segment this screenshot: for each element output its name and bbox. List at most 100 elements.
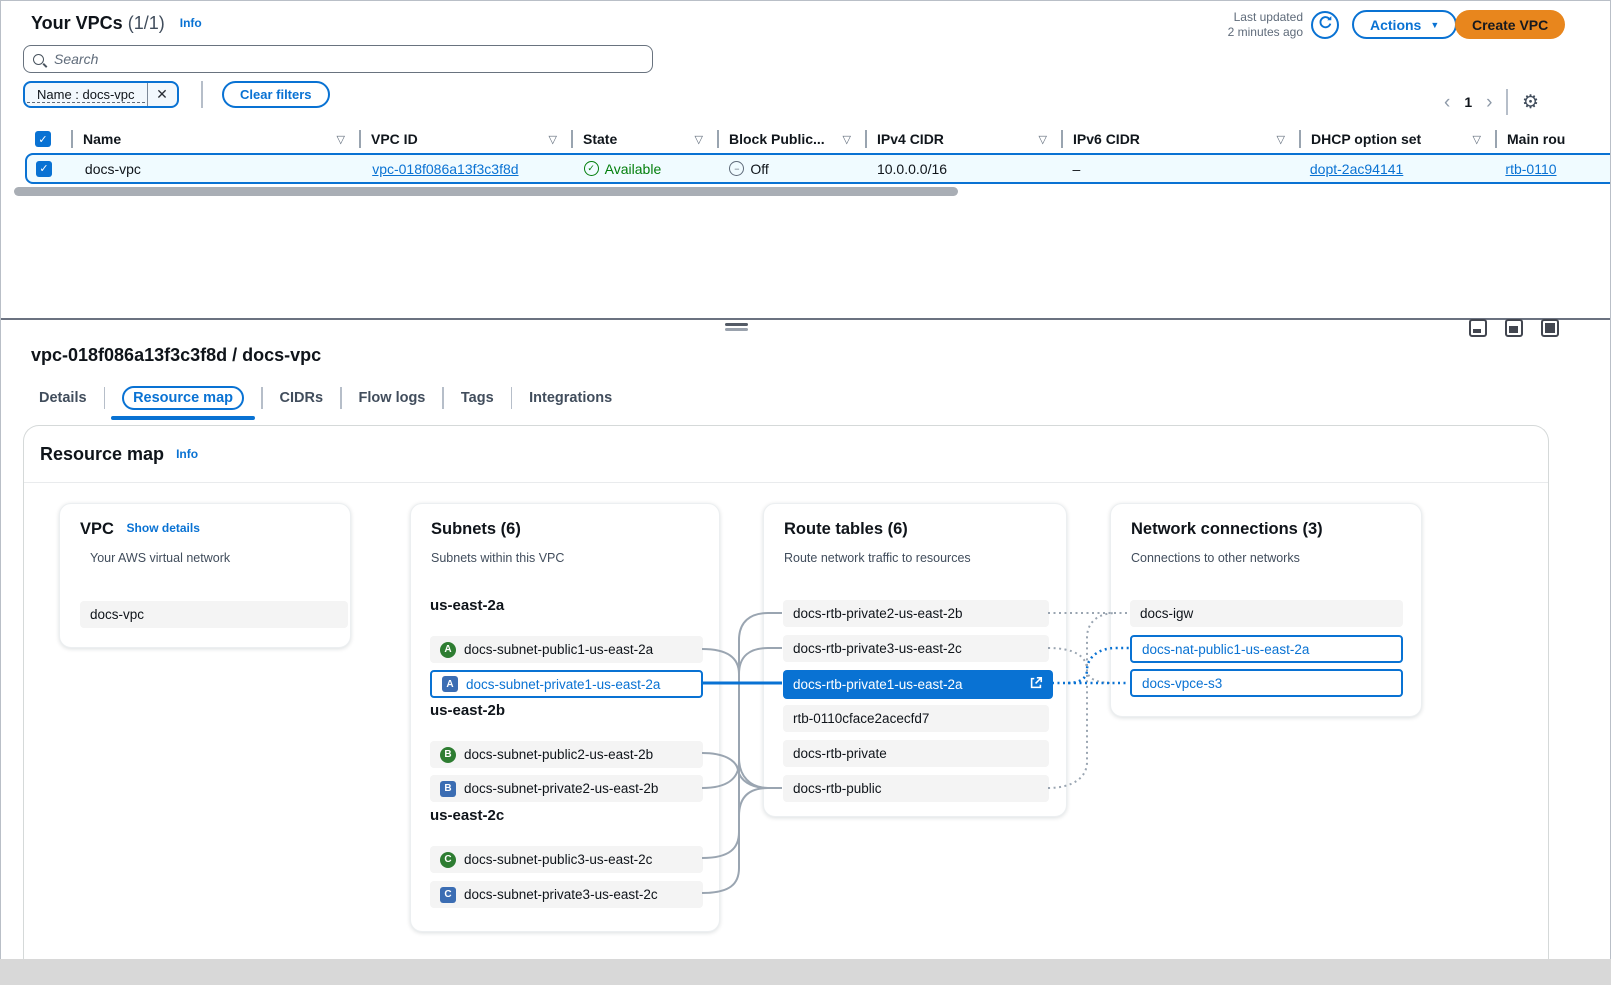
column-header-vpc-id[interactable]: VPC ID ▽ <box>359 125 571 153</box>
select-all-checkbox[interactable]: ✓ <box>35 131 51 147</box>
route-table-node[interactable]: docs-rtb-public <box>783 775 1049 802</box>
subnet-node-public1[interactable]: A docs-subnet-public1-us-east-2a <box>430 636 703 663</box>
route-tables-card-subtitle: Route network traffic to resources <box>784 551 971 565</box>
search-input[interactable] <box>52 50 643 68</box>
vpc-card-title: VPC Show details <box>80 520 200 539</box>
panel-full-icon[interactable] <box>1541 319 1559 337</box>
tab-details[interactable]: Details <box>31 383 104 413</box>
network-connection-node-nat[interactable]: docs-nat-public1-us-east-2a <box>1130 635 1403 663</box>
subnets-card-subtitle: Subnets within this VPC <box>431 551 564 565</box>
network-connection-node-vpce[interactable]: docs-vpce-s3 <box>1130 669 1403 697</box>
route-table-node[interactable]: docs-rtb-private2-us-east-2b <box>783 600 1049 627</box>
table-row[interactable]: ✓ docs-vpc vpc-018f086a13f3c3f8d ✓ Avail… <box>25 153 1611 184</box>
tab-tags[interactable]: Tags <box>444 383 511 413</box>
search-icon <box>33 54 44 65</box>
filter-icon[interactable]: ▽ <box>337 133 345 146</box>
page-number[interactable]: 1 <box>1464 94 1472 110</box>
divider <box>1506 89 1508 115</box>
filter-chip: Name : docs-vpc ✕ <box>23 81 179 108</box>
subnet-node-public2[interactable]: B docs-subnet-public2-us-east-2b <box>430 741 703 768</box>
tab-resource-map[interactable]: Resource map <box>105 383 261 413</box>
caret-down-icon: ▼ <box>1430 20 1439 30</box>
filter-icon[interactable]: ▽ <box>843 133 851 146</box>
panel-half-icon[interactable] <box>1505 319 1523 337</box>
filter-icon[interactable]: ▽ <box>1473 133 1481 146</box>
page-title-text: Your VPCs <box>31 13 123 33</box>
column-header-block-public[interactable]: Block Public... ▽ <box>717 125 865 153</box>
filter-icon[interactable]: ▽ <box>695 133 703 146</box>
off-minus-icon: − <box>729 161 744 176</box>
route-table-node[interactable]: docs-rtb-private3-us-east-2c <box>783 635 1049 662</box>
vpc-count: (1/1) <box>128 13 165 33</box>
subnet-node-private1-selected[interactable]: A docs-subnet-private1-us-east-2a <box>430 670 703 698</box>
network-connections-card: Network connections (3) Connections to o… <box>1110 503 1422 717</box>
tab-integrations[interactable]: Integrations <box>512 383 629 413</box>
network-connection-node-igw[interactable]: docs-igw <box>1130 600 1403 627</box>
tab-cidrs[interactable]: CIDRs <box>263 383 341 413</box>
column-header-state[interactable]: State ▽ <box>571 125 717 153</box>
panel-small-icon[interactable] <box>1469 319 1487 337</box>
info-link[interactable]: Info <box>180 16 202 30</box>
route-table-node[interactable]: docs-rtb-private <box>783 740 1049 767</box>
network-connections-card-subtitle: Connections to other networks <box>1131 551 1300 565</box>
column-header-name[interactable]: Name ▽ <box>71 125 359 153</box>
clear-filters-button[interactable]: Clear filters <box>222 81 330 108</box>
cell-ipv4-cidr: 10.0.0.0/16 <box>865 161 1061 177</box>
resource-map-header: Resource map Info <box>24 426 1548 483</box>
filter-chip-label[interactable]: Name : docs-vpc <box>27 87 145 103</box>
pagination: ‹ 1 › ⚙ <box>1444 88 1539 116</box>
column-header-ipv4-cidr[interactable]: IPv4 CIDR ▽ <box>865 125 1061 153</box>
private-subnet-badge: A <box>442 676 458 692</box>
column-header-dhcp[interactable]: DHCP option set ▽ <box>1299 125 1495 153</box>
detail-tabs: Details Resource map CIDRs Flow logs Tag… <box>31 383 629 413</box>
cell-block-public: − Off <box>717 161 865 177</box>
row-select-cell: ✓ <box>27 161 73 177</box>
cell-ipv6-cidr: – <box>1060 161 1297 177</box>
public-subnet-badge: B <box>440 747 456 763</box>
filter-icon[interactable]: ▽ <box>549 133 557 146</box>
tab-flow-logs[interactable]: Flow logs <box>342 383 443 413</box>
subnets-card: Subnets (6) Subnets within this VPC us-e… <box>410 503 720 932</box>
cell-main-route-table: rtb-0110 <box>1493 161 1611 177</box>
divider <box>201 81 203 108</box>
route-table-node[interactable]: rtb-0110cface2acecfd7 <box>783 705 1049 732</box>
column-header-ipv6-cidr[interactable]: IPv6 CIDR ▽ <box>1061 125 1299 153</box>
external-link-icon[interactable] <box>1029 676 1043 693</box>
row-checkbox[interactable]: ✓ <box>36 161 52 177</box>
vpc-id-link[interactable]: vpc-018f086a13f3c3f8d <box>372 161 518 177</box>
cell-name: docs-vpc <box>73 161 360 177</box>
subnet-node-private3[interactable]: C docs-subnet-private3-us-east-2c <box>430 881 703 908</box>
page-background-strip <box>0 959 1611 985</box>
main-route-table-link[interactable]: rtb-0110 <box>1505 161 1556 177</box>
split-drag-handle[interactable] <box>725 323 748 331</box>
panel-size-controls <box>1469 319 1559 337</box>
az-header: us-east-2b <box>430 702 505 719</box>
subnet-node-public3[interactable]: C docs-subnet-public3-us-east-2c <box>430 846 703 873</box>
column-header-main-route-table[interactable]: Main rou <box>1495 125 1611 153</box>
search-box[interactable] <box>23 45 653 73</box>
refresh-button[interactable] <box>1311 11 1339 39</box>
remove-filter-button[interactable]: ✕ <box>147 83 177 106</box>
filter-icon[interactable]: ▽ <box>1277 133 1285 146</box>
prev-page-button[interactable]: ‹ <box>1444 93 1450 112</box>
dhcp-option-set-link[interactable]: dopt-2ac94141 <box>1310 161 1403 177</box>
create-vpc-button[interactable]: Create VPC <box>1455 10 1565 39</box>
vpc-console: Your VPCs (1/1) Info Last updated 2 minu… <box>0 0 1611 959</box>
subnet-node-private2[interactable]: B docs-subnet-private2-us-east-2b <box>430 775 703 802</box>
next-page-button[interactable]: › <box>1486 93 1492 112</box>
subnets-card-title: Subnets (6) <box>431 520 521 539</box>
private-subnet-badge: B <box>440 781 456 797</box>
settings-gear-icon[interactable]: ⚙ <box>1522 91 1539 114</box>
actions-button[interactable]: Actions ▼ <box>1352 10 1457 39</box>
select-all-cell: ✓ <box>25 125 71 153</box>
az-header: us-east-2c <box>430 807 504 824</box>
horizontal-scrollbar[interactable] <box>14 187 958 196</box>
refresh-icon <box>1318 15 1333 35</box>
info-link[interactable]: Info <box>176 447 198 461</box>
show-details-link[interactable]: Show details <box>127 521 200 535</box>
filter-icon[interactable]: ▽ <box>1039 133 1047 146</box>
detail-title: vpc-018f086a13f3c3f8d / docs-vpc <box>31 345 321 366</box>
vpc-node[interactable]: docs-vpc <box>80 601 348 628</box>
public-subnet-badge: A <box>440 642 456 658</box>
route-table-node-selected[interactable]: docs-rtb-private1-us-east-2a <box>783 670 1053 699</box>
